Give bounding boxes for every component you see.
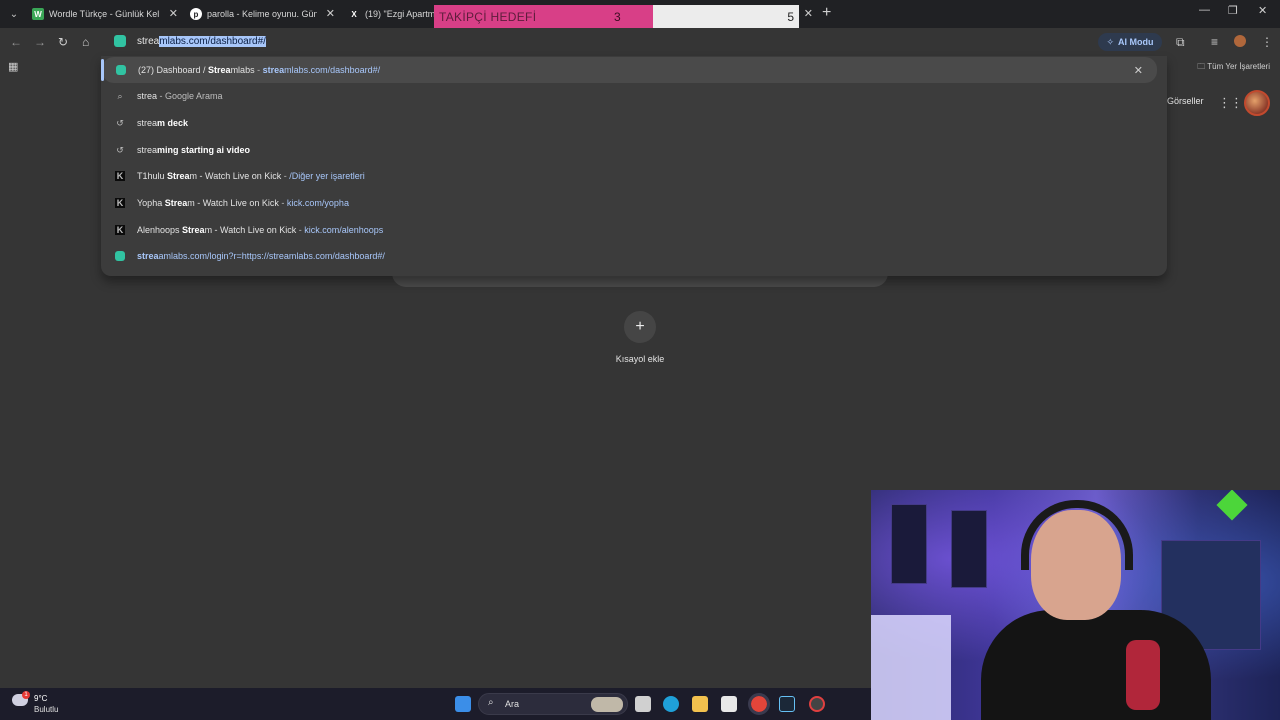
suggestion-item[interactable]: ↺ streaming starting ai video [101, 137, 1167, 163]
suggestion-item[interactable]: streaamlabs.com/login?r=https://streamla… [101, 243, 1167, 269]
restore-icon[interactable]: ❐ [1228, 4, 1238, 17]
ai-mode-label: AI Modu [1118, 37, 1154, 47]
profile-avatar[interactable] [1234, 35, 1246, 47]
streamlabs-icon [116, 65, 126, 75]
edge-icon[interactable] [663, 696, 679, 712]
goal-target: 5 [787, 10, 794, 24]
suggestion-text: (27) Dashboard / Streamlabs - streamlabs… [138, 65, 381, 75]
search-icon: ⌕ [488, 697, 494, 708]
omnibox[interactable]: streamlabs.com/dashboard#/ [108, 32, 1168, 52]
suggestion-item[interactable]: (27) Dashboard / Streamlabs - streamlabs… [101, 57, 1157, 83]
suggestion-item[interactable]: K Alenhoops Stream - Watch Live on Kick … [101, 217, 1167, 243]
parolla-favicon-icon: p [190, 8, 202, 20]
streamlabs-site-icon [114, 35, 126, 47]
kick-icon: K [115, 225, 125, 235]
goal-label: TAKİPÇİ HEDEFİ [439, 10, 537, 24]
taskbar-search[interactable]: ⌕ Ara [478, 693, 628, 715]
omnibox-autocomplete: mlabs.com/dashboard#/ [159, 36, 266, 47]
menu-icon[interactable]: ⋮ [1261, 35, 1273, 49]
omnibox-dropdown: (27) Dashboard / Streamlabs - streamlabs… [101, 56, 1167, 276]
minimize-icon[interactable]: — [1199, 4, 1210, 16]
all-bookmarks-label: Tüm Yer İşaretleri [1207, 62, 1270, 71]
omnibox-typed: strea [137, 36, 160, 47]
suggestion-item[interactable]: ⌕ strea - Google Arama [101, 83, 1167, 109]
lamp-light [871, 615, 951, 720]
file-explorer-icon[interactable] [692, 696, 708, 712]
wall-poster [891, 504, 927, 584]
wall-poster [951, 510, 987, 588]
wordle-favicon-icon: W [32, 8, 44, 20]
x-favicon-icon: X [348, 8, 360, 20]
weather-temperature: 9°C [34, 694, 48, 703]
suggestion-text: T1hulu Stream - Watch Live on Kick - /Di… [137, 171, 365, 181]
add-shortcut-button[interactable]: + [624, 311, 656, 343]
history-icon: ↺ [116, 144, 124, 155]
tab-wordle[interactable]: W Wordle Türkçe - Günlük Kelime ✕ [32, 0, 178, 28]
suggestion-text: stream deck [137, 118, 189, 128]
home-icon[interactable]: ⌂ [82, 35, 89, 49]
kick-icon: K [115, 198, 125, 208]
suggestion-text: streaming starting ai video [137, 145, 251, 155]
taskbar-search-placeholder: Ara [505, 699, 520, 709]
taskbar: 1 9°C Bulutlu ⌕ Ara [0, 688, 871, 720]
tab-title: (19) "Ezgi Apartman [365, 9, 445, 19]
history-icon: ↺ [116, 117, 124, 128]
start-windows-icon[interactable] [455, 696, 471, 712]
close-tab-icon[interactable]: ✕ [169, 7, 178, 20]
streamer-body [981, 610, 1211, 720]
search-highlight-icon [591, 697, 623, 712]
suggestion-text: Yopha Stream - Watch Live on Kick - kick… [137, 198, 349, 208]
close-window-icon[interactable]: ✕ [1258, 4, 1267, 17]
omnibox-input[interactable]: streamlabs.com/dashboard#/ [137, 36, 266, 47]
notification-badge: 1 [22, 691, 30, 699]
store-icon[interactable] [721, 696, 737, 712]
streamlabs-icon [115, 251, 125, 261]
microphone [1126, 640, 1160, 710]
tab-title: Wordle Türkçe - Günlük Kelime [49, 9, 159, 19]
close-tab-icon[interactable]: ✕ [804, 7, 813, 20]
new-tab-icon[interactable]: + [822, 4, 831, 22]
task-view-icon[interactable] [635, 696, 651, 712]
all-bookmarks[interactable]: 🗀 Tüm Yer İşaretleri [1197, 61, 1270, 75]
follower-goal-overlay: TAKİPÇİ HEDEFİ 3 5 [434, 5, 799, 28]
add-shortcut-label: Kısayol ekle [615, 354, 665, 364]
tab-search-chevron-icon[interactable]: ⌄ [4, 5, 24, 23]
suggestion-item[interactable]: ↺ stream deck [101, 110, 1167, 136]
search-icon: ⌕ [117, 90, 123, 101]
apps-grid-icon[interactable]: ▦ [8, 60, 18, 73]
obs-icon[interactable] [809, 696, 825, 712]
ai-mode-button[interactable]: ✧ AI Modu [1098, 33, 1162, 51]
suggestion-item[interactable]: K T1hulu Stream - Watch Live on Kick - /… [101, 163, 1167, 189]
webcam-overlay [871, 490, 1280, 720]
suggestion-text: strea - Google Arama [137, 91, 223, 101]
folder-icon: 🗀 [1197, 62, 1206, 71]
chrome-icon[interactable] [748, 693, 770, 715]
tab-parolla[interactable]: p parolla - Kelime oyunu. Günlük ✕ [190, 0, 335, 28]
media-controls-icon[interactable]: ≡ [1211, 35, 1218, 49]
suggestion-text: Alenhoops Stream - Watch Live on Kick - … [137, 225, 384, 235]
reload-icon[interactable]: ↻ [58, 35, 68, 49]
ai-sparkle-icon: ✧ [1106, 36, 1115, 47]
extensions-icon[interactable]: ⧉ [1176, 35, 1185, 50]
plus-icon: + [635, 318, 645, 335]
goal-current: 3 [614, 10, 621, 24]
forward-icon[interactable]: → [34, 35, 46, 49]
remove-suggestion-icon[interactable]: ✕ [1134, 64, 1143, 77]
suggestion-text: streaamlabs.com/login?r=https://streamla… [137, 251, 385, 261]
account-avatar[interactable] [1244, 90, 1270, 116]
weather-description: Bulutlu [34, 705, 59, 714]
suggestion-item[interactable]: K Yopha Stream - Watch Live on Kick - ki… [101, 190, 1167, 216]
back-icon[interactable]: ← [10, 35, 22, 49]
images-link[interactable]: Görseller [1167, 96, 1204, 106]
tab-title: parolla - Kelime oyunu. Günlük [207, 9, 317, 19]
close-tab-icon[interactable]: ✕ [326, 7, 335, 20]
steam-icon[interactable] [779, 696, 795, 712]
kick-icon: K [115, 171, 125, 181]
